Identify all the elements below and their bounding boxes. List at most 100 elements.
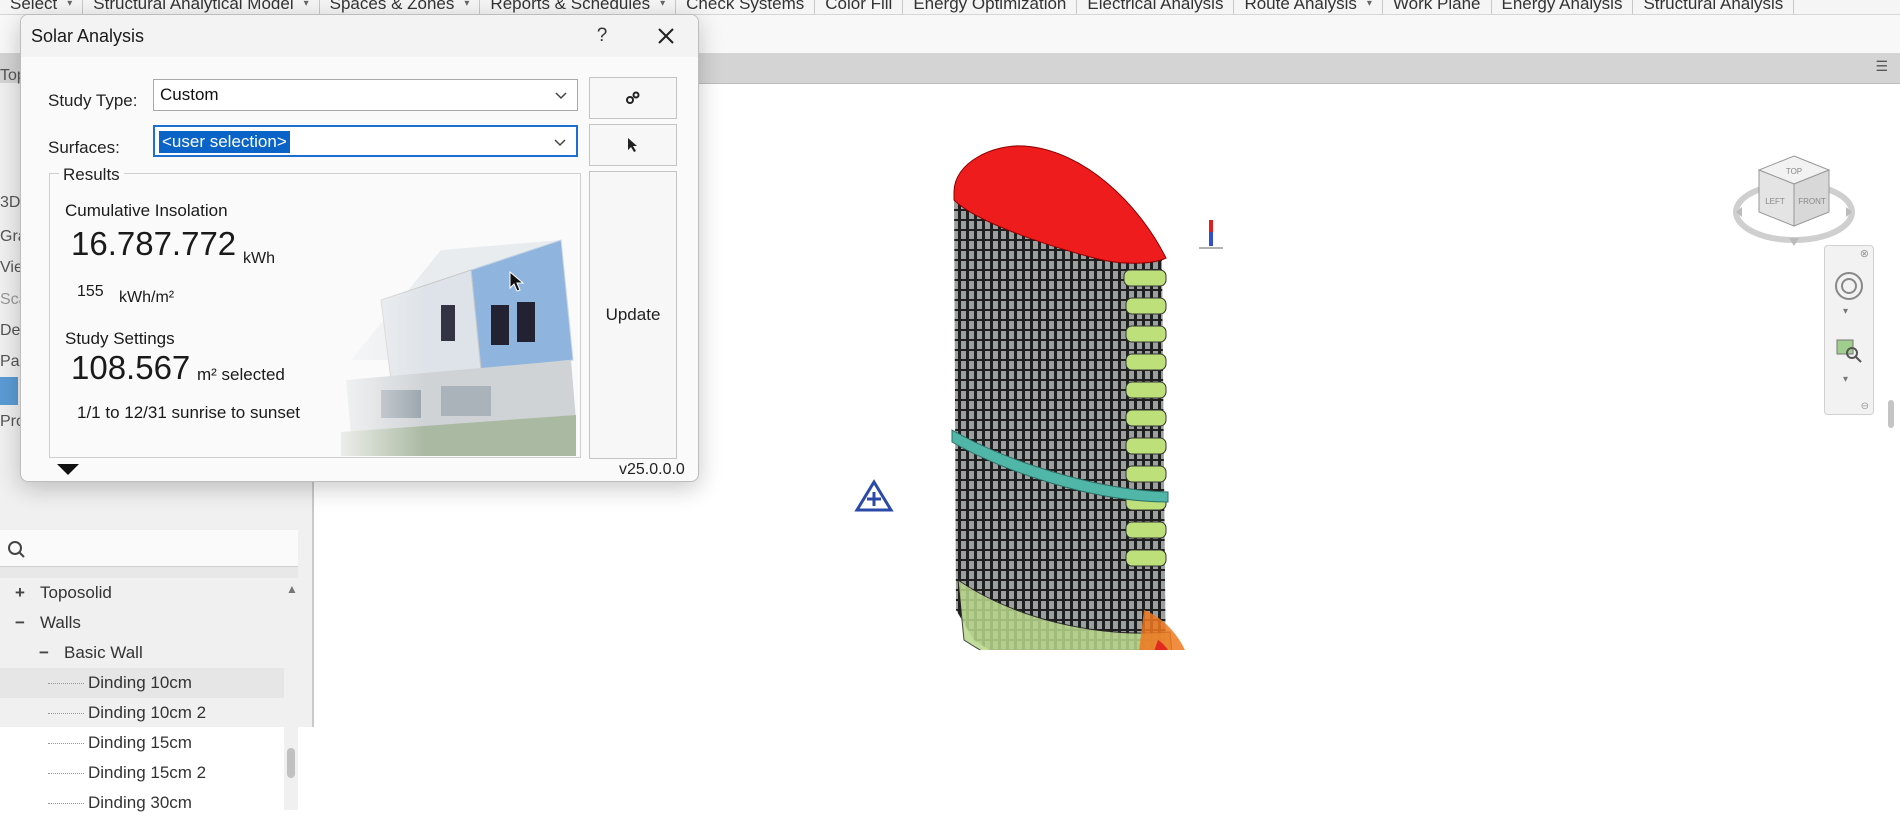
zoom-region-icon[interactable]: [1835, 338, 1863, 364]
study-type-value: Custom: [160, 85, 219, 104]
toolbar-item[interactable]: Spaces & Zones ▾: [320, 0, 481, 14]
chevron-down-icon: [554, 139, 566, 147]
tab-list-menu-icon[interactable]: ☰: [1875, 58, 1888, 75]
navigation-bar: ⊗ ▾ ▾ ⊖: [1824, 245, 1874, 415]
tree-row-label: Basic Wall: [64, 643, 143, 662]
search-icon: [8, 541, 25, 558]
dialog-titlebar[interactable]: Solar Analysis ?: [21, 15, 698, 57]
tree-row[interactable]: Dinding 15cm 2: [0, 758, 284, 788]
tree-connector: [48, 683, 84, 684]
version-label: v25.0.0.0: [619, 461, 685, 478]
toolbar-item-label: Select: [10, 0, 58, 13]
expand-icon[interactable]: +: [14, 578, 26, 608]
navbar-close-icon[interactable]: ⊗: [1860, 247, 1869, 260]
surfaces-label: Surfaces:: [48, 138, 120, 157]
tree-connector: [48, 773, 84, 774]
chevron-down-icon[interactable]: ▾: [1843, 306, 1848, 317]
scroll-thumb[interactable]: [287, 748, 295, 778]
study-type-dropdown[interactable]: Custom: [153, 79, 578, 111]
close-button[interactable]: [649, 21, 683, 51]
toolbar-item[interactable]: Color Fill: [815, 0, 904, 14]
chevron-down-icon[interactable]: ▾: [304, 0, 309, 14]
steering-wheel-icon[interactable]: [1833, 270, 1865, 302]
toolbar-item-label: Reports & Schedules: [490, 0, 651, 13]
tree-connector: [48, 743, 84, 744]
tree-row[interactable]: − Walls: [0, 608, 284, 638]
tree-row-label: Dinding 15cm 2: [88, 763, 207, 782]
edit-type-icon[interactable]: [0, 377, 18, 405]
tree-row-label: Toposolid: [40, 583, 112, 602]
toolbar-item-label: Electrical Analysis: [1087, 0, 1224, 13]
toolbar-item[interactable]: Electrical Analysis: [1077, 0, 1235, 14]
cumulative-insolation-label: Cumulative Insolation: [65, 201, 228, 220]
tree-row[interactable]: Dinding 10cm: [0, 668, 284, 698]
insolation-unit: kWh: [243, 250, 275, 267]
toolbar-item[interactable]: Check Systems: [676, 0, 816, 14]
toolbar-item[interactable]: Work Plane: [1383, 0, 1492, 14]
chevron-down-icon[interactable]: ▾: [1843, 374, 1848, 385]
tree-row[interactable]: Dinding 30cm: [0, 788, 284, 818]
expand-triangle-icon[interactable]: [55, 461, 81, 477]
solar-analysis-dialog: Solar Analysis ? Study Type: Custom Surf…: [20, 14, 699, 482]
area-unit: m² selected: [197, 365, 285, 384]
tree-connector: [48, 713, 84, 714]
chevron-down-icon[interactable]: ▾: [464, 0, 469, 14]
cursor-icon: [628, 138, 637, 152]
toolbar-item-label: Structural Analytical Model: [93, 0, 294, 13]
study-period: 1/1 to 12/31 sunrise to sunset: [77, 403, 301, 422]
toolbar-items: Select ▾ Structural Analytical Model ▾ Space…: [0, 0, 1795, 14]
toolbar-item-label: Color Fill: [825, 0, 893, 13]
insolation-value: 16.787.772: [71, 225, 237, 262]
update-button-label: Update: [605, 305, 661, 324]
tree-row-label: Dinding 15cm: [88, 733, 192, 752]
toolbar-item-label: Energy Analysis: [1501, 0, 1623, 13]
toolbar-item[interactable]: Energy Analysis: [1492, 0, 1634, 14]
house-illustration: [321, 210, 581, 456]
chevron-down-icon: [555, 92, 567, 100]
scroll-up-icon[interactable]: ▲: [286, 582, 298, 596]
settings-link-icon: [626, 91, 640, 104]
dialog-title: Solar Analysis: [31, 26, 145, 46]
mouse-cursor-icon: [509, 271, 525, 292]
study-settings-button[interactable]: [589, 77, 677, 119]
tree-row[interactable]: Dinding 15cm: [0, 728, 284, 758]
results-legend: Results: [59, 165, 124, 185]
viewport-scrollbar[interactable]: [1888, 400, 1894, 428]
surfaces-dropdown[interactable]: <user selection>: [153, 125, 578, 157]
toolbar-item[interactable]: Select ▾: [0, 0, 84, 14]
collapse-icon[interactable]: −: [14, 608, 26, 638]
toolbar-item-label: Energy Optimization: [913, 0, 1067, 13]
viewcube-left-label[interactable]: LEFT: [1765, 197, 1785, 206]
analysis-legend-icon: [1199, 220, 1223, 249]
pick-surfaces-button[interactable]: [589, 124, 677, 166]
toolbar-item[interactable]: Energy Optimization: [903, 0, 1078, 14]
toolbar-item-label: Route Analysis: [1244, 0, 1357, 13]
update-button[interactable]: Update: [589, 171, 677, 459]
toolbar-item[interactable]: Route Analysis ▾: [1234, 0, 1383, 14]
browser-search-row[interactable]: [0, 530, 298, 567]
toolbar-item[interactable]: Reports & Schedules ▾: [480, 0, 677, 14]
tree-row-label: Dinding 10cm: [88, 673, 192, 692]
toolbar-item-label: Check Systems: [686, 0, 805, 13]
browser-scrollbar[interactable]: ▲: [284, 578, 298, 810]
project-browser-tree: + Toposolid − Walls − Basic Wall Dinding 10cm D…: [0, 578, 284, 818]
per-area-unit: kWh/m²: [119, 289, 175, 306]
chevron-down-icon[interactable]: ▾: [67, 0, 72, 14]
viewcube-front-label[interactable]: FRONT: [1798, 197, 1826, 206]
tree-row[interactable]: Dinding 10cm 2: [0, 698, 284, 728]
toolbar-item[interactable]: Structural Analysis: [1633, 0, 1795, 14]
toolbar-item[interactable]: Structural Analytical Model ▾: [83, 0, 320, 14]
survey-point-icon[interactable]: [854, 479, 894, 513]
viewcube-top-label[interactable]: TOP: [1786, 167, 1802, 176]
collapse-icon[interactable]: −: [38, 638, 50, 668]
chevron-down-icon[interactable]: ▾: [660, 0, 665, 14]
navbar-options-icon[interactable]: ⊖: [1861, 401, 1869, 412]
tree-row[interactable]: + Toposolid: [0, 578, 284, 608]
help-button[interactable]: ?: [587, 23, 617, 49]
view-cube[interactable]: TOP LEFT FRONT: [1729, 134, 1859, 254]
chevron-down-icon[interactable]: ▾: [1367, 0, 1372, 14]
toolbar-item-label: Work Plane: [1392, 0, 1481, 13]
tree-row-label: Dinding 30cm: [88, 793, 192, 812]
surfaces-value: <user selection>: [159, 131, 290, 153]
tree-row[interactable]: − Basic Wall: [0, 638, 284, 668]
